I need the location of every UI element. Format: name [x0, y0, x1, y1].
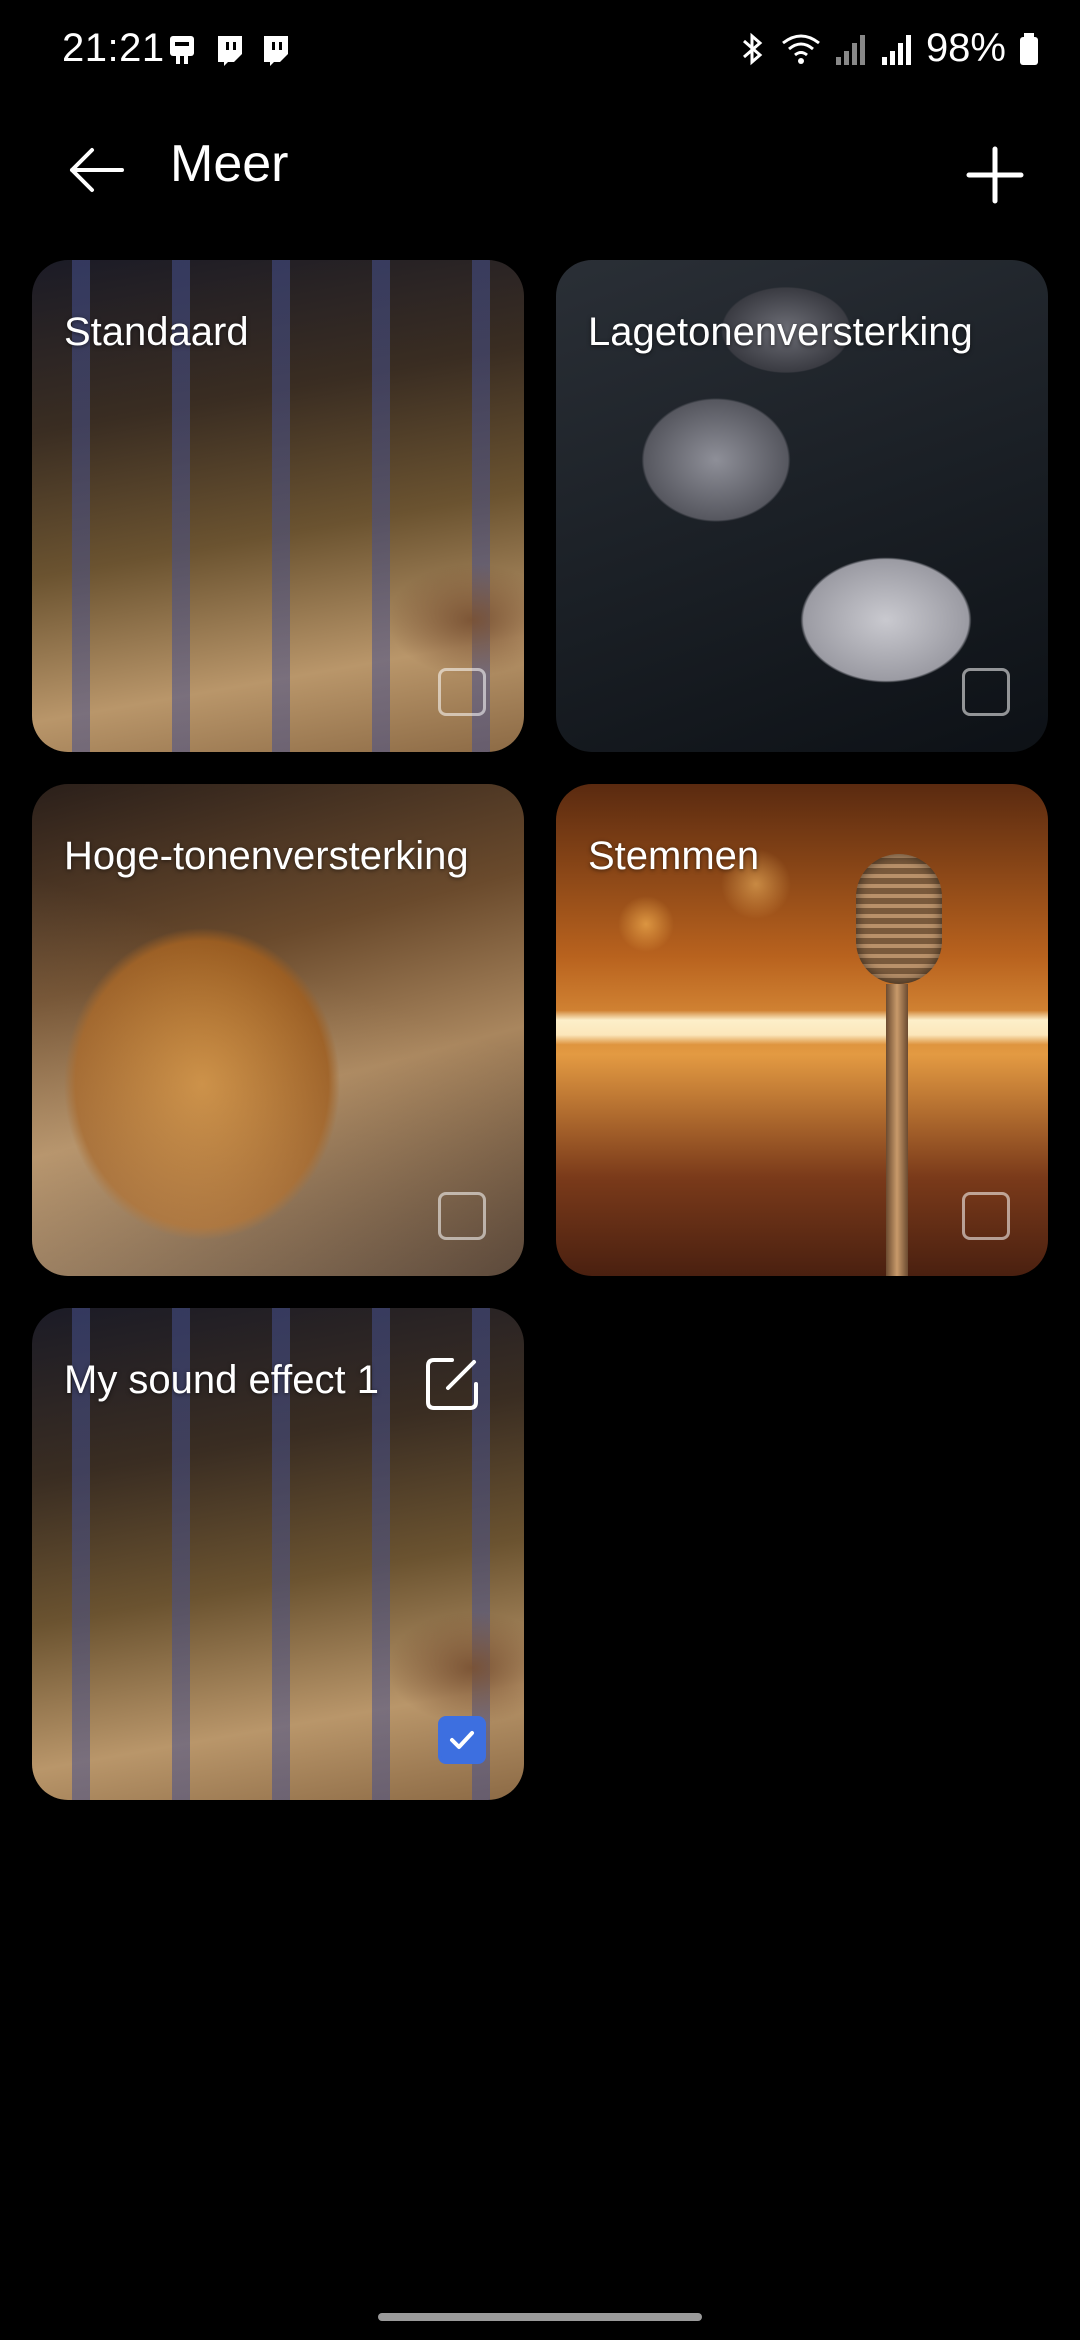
preset-checkbox[interactable] [438, 668, 486, 716]
back-button[interactable] [56, 130, 136, 210]
battery-percent: 98% [925, 26, 1006, 70]
edit-icon[interactable] [422, 1354, 482, 1414]
microphone-image [856, 854, 942, 984]
signal-icon [835, 34, 865, 65]
checkmark-icon [450, 1731, 474, 1749]
preset-checkbox[interactable] [962, 1192, 1010, 1240]
status-bar: 21:21 98% [0, 0, 1080, 110]
signal-icon [881, 34, 911, 65]
preset-label: Stemmen [588, 834, 760, 878]
status-time: 21:21 [62, 26, 165, 70]
preset-card-stemmen[interactable]: Stemmen [556, 784, 1048, 1276]
back-arrow-icon [70, 148, 124, 192]
twitch-icon [218, 36, 242, 66]
preset-checkbox-checked[interactable] [438, 1716, 486, 1764]
notification-icon [170, 36, 194, 64]
preset-card-hoge-tonenversterking[interactable]: Hoge-tonenversterking [32, 784, 524, 1276]
twitch-icon [264, 36, 288, 66]
wifi-icon [782, 34, 820, 64]
plus-icon [966, 146, 1024, 204]
home-indicator[interactable] [378, 2313, 702, 2321]
preset-label: My sound effect 1 [64, 1358, 379, 1402]
preset-checkbox[interactable] [962, 668, 1010, 716]
preset-checkbox[interactable] [438, 1192, 486, 1240]
app-bar: Meer [0, 110, 1080, 240]
notification-icons [166, 32, 294, 68]
preset-label: Lagetonenversterking [588, 310, 973, 354]
preset-card-standaard[interactable]: Standaard [32, 260, 524, 752]
preset-label: Standaard [64, 310, 249, 354]
bluetooth-icon [742, 32, 763, 65]
battery-icon [1020, 32, 1038, 65]
microphone-stand-image [886, 984, 908, 1276]
preset-card-my-sound-effect[interactable]: My sound effect 1 [32, 1308, 524, 1800]
preset-card-lagetonenversterking[interactable]: Lagetonenversterking [556, 260, 1048, 752]
system-icons: 98% [736, 26, 1040, 71]
preset-label: Hoge-tonenversterking [64, 834, 469, 878]
page-title: Meer [170, 135, 289, 193]
add-button[interactable] [950, 130, 1040, 220]
